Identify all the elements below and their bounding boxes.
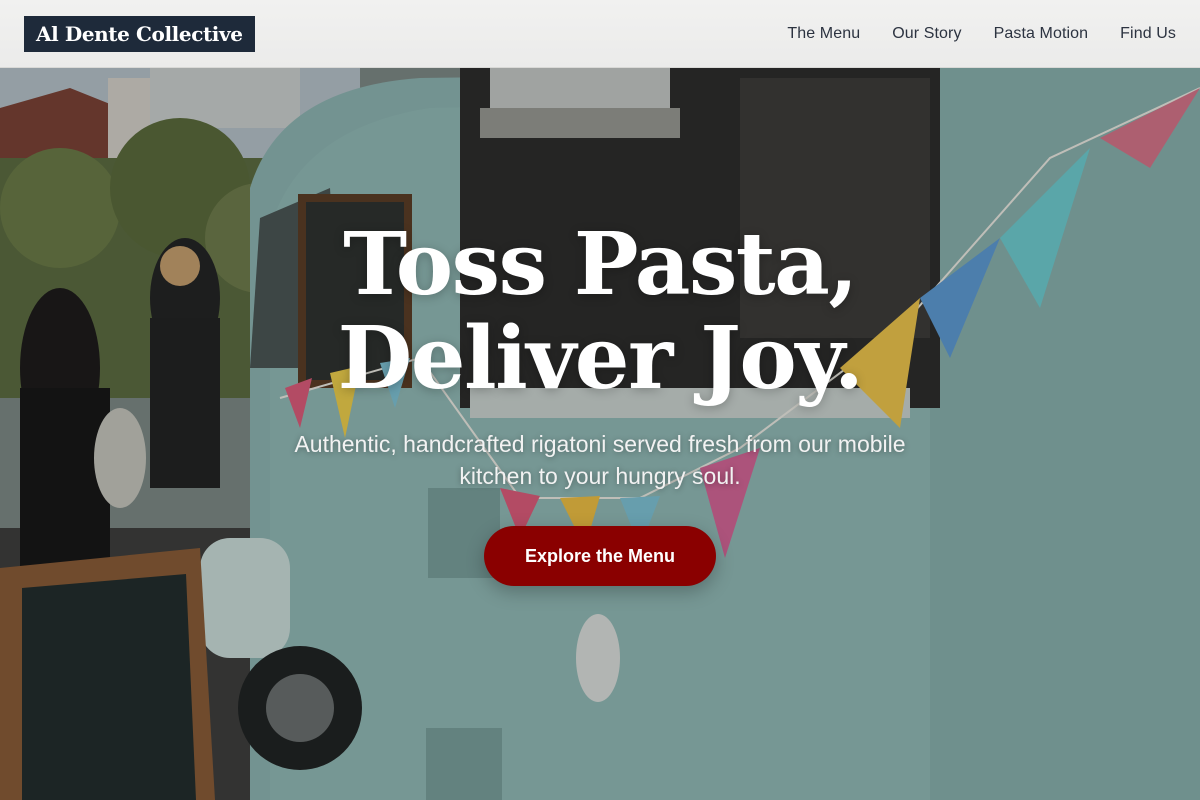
nav-link-menu[interactable]: The Menu: [787, 25, 860, 43]
hero-title-line-2: Deliver Joy.: [337, 308, 864, 409]
hero-section: Toss Pasta, Deliver Joy. Authentic, hand…: [0, 68, 1200, 800]
main-nav: The Menu Our Story Pasta Motion Find Us: [787, 25, 1176, 43]
hero-title: Toss Pasta, Deliver Joy.: [0, 218, 1200, 406]
site-logo[interactable]: Al Dente Collective: [24, 15, 255, 52]
hero-subtitle: Authentic, handcrafted rigatoni served f…: [294, 431, 906, 489]
hero-content: Toss Pasta, Deliver Joy. Authentic, hand…: [0, 218, 1200, 586]
nav-link-our-story[interactable]: Our Story: [892, 25, 961, 43]
explore-menu-button[interactable]: Explore the Menu: [484, 526, 716, 586]
hero-title-line-1: Toss Pasta,: [343, 214, 858, 315]
nav-link-pasta-motion[interactable]: Pasta Motion: [994, 25, 1089, 43]
nav-link-find-us[interactable]: Find Us: [1120, 25, 1176, 43]
site-header: Al Dente Collective The Menu Our Story P…: [0, 0, 1200, 68]
